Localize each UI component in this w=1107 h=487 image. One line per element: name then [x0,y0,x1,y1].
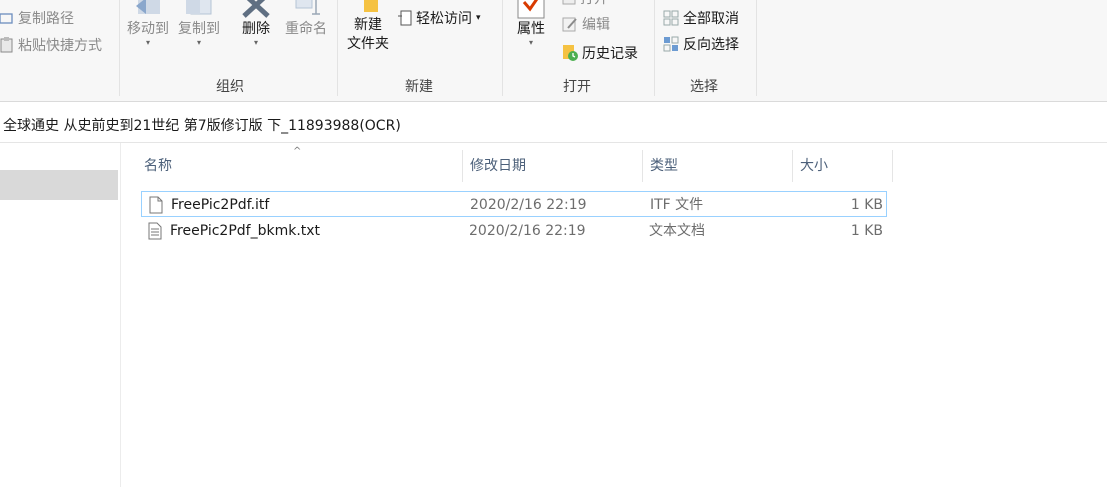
column-header-size[interactable]: 大小 [793,150,893,182]
column-divider[interactable] [642,150,643,182]
rename-icon [295,0,320,15]
chevron-down-icon: ▾ [253,38,258,47]
file-date: 2020/2/16 22:19 [470,197,587,213]
new-folder-label-line1: 新建 [354,17,382,33]
copy-path-icon [0,13,13,24]
chevron-down-icon: ▾ [528,38,533,47]
file-size: 1 KB [850,197,883,213]
move-to-label: 移动到 [127,21,169,37]
copy-to-label: 复制到 [178,21,220,37]
select-none-icon [663,10,679,26]
open-button[interactable]: 打开 [562,0,608,8]
rename-button[interactable]: 重命名 [282,0,330,39]
delete-label: 删除 [242,21,270,37]
group-label-organize: 组织 [216,79,244,95]
nav-selected-item[interactable] [0,170,118,200]
address-path: 全球通史 从史前史到21世纪 第7版修订版 下_11893988(OCR) [3,118,401,134]
text-file-icon [148,222,162,240]
column-divider[interactable] [892,150,893,182]
open-label: 打开 [580,0,608,8]
file-size: 1 KB [850,223,883,239]
group-separator [119,0,120,96]
easy-access-label: 轻松访问 [416,11,472,27]
invert-selection-icon [663,36,679,52]
easy-access-button[interactable]: 轻松访问 ▾ [398,8,481,28]
move-to-button[interactable]: 移动到 ▾ [124,0,172,47]
properties-button[interactable]: 属性 ▾ [510,0,552,47]
paste-shortcut-icon [0,37,13,53]
group-label-select: 选择 [690,79,718,95]
file-row[interactable]: FreePic2Pdf_bkmk.txt 2020/2/16 22:19 文本文… [141,218,887,244]
address-bar[interactable]: 全球通史 从史前史到21世纪 第7版修订版 下_11893988(OCR) [0,108,1107,143]
select-none-button[interactable]: 全部取消 [663,8,739,28]
edit-icon [562,17,577,32]
copy-path-label: 复制路径 [18,11,74,27]
folder-icon [364,0,378,12]
copy-to-button[interactable]: 复制到 ▾ [175,0,223,47]
invert-selection-button[interactable]: 反向选择 [663,34,739,54]
column-header-date[interactable]: 修改日期 [463,150,643,182]
column-divider[interactable] [792,150,793,182]
select-none-label: 全部取消 [683,11,739,27]
group-label-open: 打开 [563,79,591,95]
file-date: 2020/2/16 22:19 [469,223,586,239]
copy-path-button[interactable]: 复制路径 [0,8,74,28]
properties-icon [517,0,545,19]
group-label-new: 新建 [405,79,433,95]
column-header-row: 名称 修改日期 类型 大小 [137,150,893,182]
delete-icon [242,0,270,18]
column-divider[interactable] [462,150,463,182]
delete-button[interactable]: 删除 ▾ [236,0,276,47]
history-icon [563,45,578,61]
group-separator [337,0,338,96]
column-header-type[interactable]: 类型 [643,150,793,182]
group-separator [756,0,757,96]
chevron-down-icon: ▾ [196,38,201,47]
invert-selection-label: 反向选择 [683,37,739,53]
paste-shortcut-button[interactable]: 粘贴快捷方式 [0,35,102,55]
open-icon [562,0,576,5]
easy-access-icon [398,10,412,26]
navigation-pane[interactable] [0,143,121,487]
history-button[interactable]: 历史记录 [562,43,638,63]
column-header-name[interactable]: 名称 [137,150,463,182]
file-name: FreePic2Pdf.itf [171,197,270,213]
new-folder-label-line2: 文件夹 [347,36,389,52]
group-separator [502,0,503,96]
file-type: ITF 文件 [650,197,704,213]
file-row[interactable]: FreePic2Pdf.itf 2020/2/16 22:19 ITF 文件 1… [141,191,887,217]
edit-button[interactable]: 编辑 [562,14,610,34]
ribbon: 复制路径 粘贴快捷方式 移动到 ▾ 复制到 ▾ 删除 ▾ 重命名 组织 新建 文… [0,0,1107,102]
history-label: 历史记录 [582,46,638,62]
paste-shortcut-label: 粘贴快捷方式 [18,38,102,54]
properties-label: 属性 [517,21,545,37]
chevron-down-icon: ▾ [145,38,150,47]
new-folder-button[interactable]: 新建 文件夹 [342,0,394,54]
copy-to-icon [186,0,212,15]
move-to-icon [136,0,160,14]
edit-label: 编辑 [582,17,610,33]
blank-file-icon [149,196,163,214]
file-type: 文本文档 [649,223,705,239]
file-name: FreePic2Pdf_bkmk.txt [170,223,321,239]
group-separator [654,0,655,96]
chevron-down-icon: ▾ [476,13,481,23]
rename-label: 重命名 [285,21,327,37]
